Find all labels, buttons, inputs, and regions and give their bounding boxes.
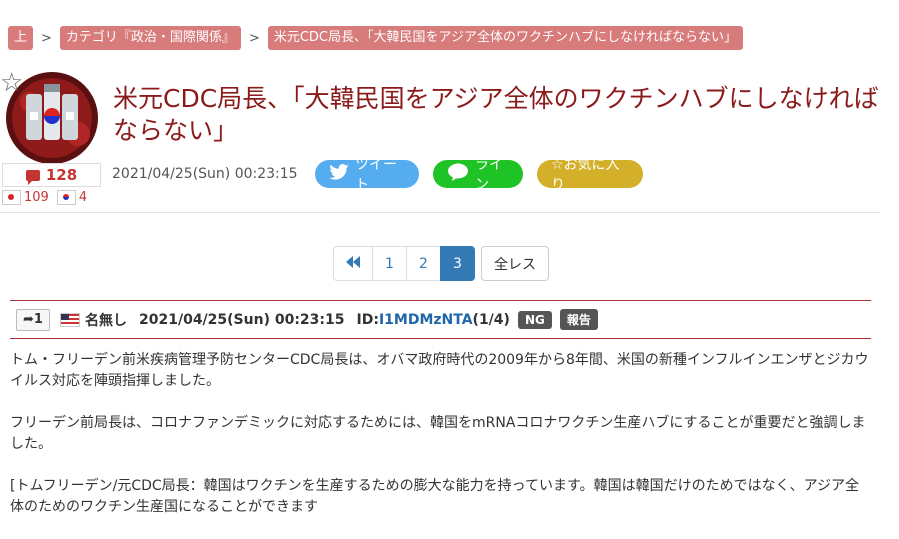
post-body: トム・フリーデン前米疾病管理予防センターCDC局長は、オバマ政府時代の2009年… (10, 350, 870, 539)
tweet-button[interactable]: ツイート (315, 157, 419, 193)
line-bubble-icon (447, 163, 469, 185)
comment-count: 128 (45, 166, 78, 184)
korea-flag-icon (56, 190, 76, 205)
post-paragraph: [トムフリーデン/元CDC局長：韓国はワクチンを生産するための膨大な能力を持って… (10, 478, 860, 515)
report-button[interactable]: 報告 (559, 309, 598, 330)
reply-button[interactable]: ➦ 1 (16, 308, 50, 331)
page-2-button[interactable]: 2 (406, 246, 441, 281)
double-left-icon (346, 255, 360, 272)
twitter-bird-icon (329, 164, 349, 184)
thread-date: 2021/04/25(Sun) 00:23:15 (112, 166, 298, 182)
tweet-label: ツイート (355, 157, 397, 193)
id-count: (1/4) (472, 311, 510, 328)
line-share-button[interactable]: ライン (433, 157, 523, 193)
breadcrumb-current[interactable]: 米元CDC局長、「大韓民国をアジア全体のワクチンハブにしなければならない」 (267, 26, 743, 50)
pagination: 1 2 3 (333, 246, 475, 281)
poster-id-link[interactable]: I1MDMzNTA (379, 312, 473, 328)
reply-arrow-icon: ➦ (23, 312, 34, 327)
japan-flag-icon (2, 190, 21, 205)
bookmark-star-icon[interactable]: ☆ (0, 70, 23, 96)
header-divider (0, 212, 880, 213)
breadcrumb-separator: > (41, 30, 52, 46)
ng-button[interactable]: NG (517, 310, 552, 329)
breadcrumb-home[interactable]: 上 (8, 26, 34, 50)
country-counts: 109 4 (2, 190, 95, 205)
thread-title: 米元CDC局長、「大韓民国をアジア全体のワクチンハブにしなければならない」 (113, 84, 879, 145)
comment-count-badge[interactable]: 128 (2, 163, 101, 187)
breadcrumb-separator: > (248, 30, 260, 46)
post-paragraph: トム・フリーデン前米疾病管理予防センターCDC局長は、オバマ政府時代の2009年… (10, 352, 869, 389)
comment-bubble-icon (25, 169, 40, 185)
korea-count: 4 (78, 190, 88, 205)
all-replies-button[interactable]: 全レス (481, 246, 549, 281)
post-date: 2021/04/25(Sun) 00:23:15 (139, 311, 345, 328)
id-prefix: ID: (356, 311, 379, 328)
usa-flag-icon (60, 312, 80, 327)
poster-name: 名無し (85, 312, 127, 329)
japan-count: 109 (24, 190, 49, 205)
line-label: ライン (475, 157, 503, 193)
favorite-label: ☆お気に入り (551, 157, 620, 193)
breadcrumb-category[interactable]: カテゴリ『政治・国際関係』 (59, 26, 241, 50)
favorite-button[interactable]: ☆お気に入り (537, 157, 643, 193)
first-page-button[interactable] (333, 246, 373, 281)
page-3-button[interactable]: 3 (440, 246, 475, 281)
post-number: 1 (33, 312, 43, 327)
poster-id: ID:I1MDMzNTA(1/4) (357, 312, 510, 328)
post-paragraph: フリーデン前局長は、コロナファンデミックに対応するためには、韓国をmRNAコロナ… (10, 415, 866, 452)
breadcrumb: 上 > カテゴリ『政治・国際関係』 > 米元CDC局長、「大韓民国をアジア全体の… (8, 26, 743, 50)
post-header: ➦ 1 名無し 2021/04/25(Sun) 00:23:15 ID:I1MDM… (10, 300, 871, 339)
page-1-button[interactable]: 1 (372, 246, 407, 281)
